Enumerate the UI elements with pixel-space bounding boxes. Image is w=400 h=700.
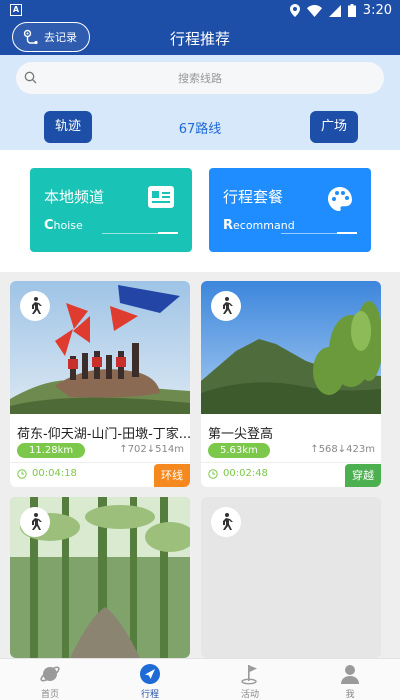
clock-icon — [17, 468, 27, 479]
app-header: 去记录 行程推荐 — [0, 22, 400, 55]
local-channel-divider — [102, 232, 178, 234]
planet-icon — [40, 666, 60, 682]
distance-badge: 5.63km — [208, 443, 270, 458]
hiking-icon — [211, 507, 241, 537]
duration: 00:04:18 — [17, 468, 77, 479]
tab-trips[interactable]: 行程 — [120, 663, 180, 700]
tab-activities[interactable]: 活动 — [220, 663, 280, 700]
local-channel-subtitle: Choise — [44, 218, 83, 233]
user-icon — [341, 665, 359, 684]
trip-package-subtitle: Recommand — [223, 218, 295, 233]
route-card[interactable]: 荷东-仰天湖-山门-田墩-丁家... 11.28km ↑702↓514m 00:… — [10, 281, 190, 487]
elevation-text: ↑702↓514m — [119, 444, 184, 455]
flag-icon — [241, 665, 257, 685]
duration: 00:02:48 — [208, 468, 268, 479]
wifi-icon — [306, 4, 322, 17]
route-card[interactable] — [201, 497, 381, 658]
hiking-icon — [211, 291, 241, 321]
trip-package-title: 行程套餐 — [223, 188, 284, 206]
notification-icon: A — [10, 4, 22, 16]
card-divider — [10, 462, 190, 463]
palette-icon — [328, 187, 352, 211]
hiking-icon — [20, 291, 50, 321]
battery-icon — [347, 4, 356, 17]
search-section: 搜索线路 轨迹 67路线 广场 — [0, 55, 400, 150]
search-placeholder: 搜索线路 — [178, 72, 222, 85]
status-bar: A 3:20 — [0, 0, 400, 22]
card-divider — [201, 462, 381, 463]
local-channel-card[interactable]: 本地频道 Choise — [30, 168, 192, 252]
elevation-text: ↑568↓423m — [310, 444, 375, 455]
category-section: 本地频道 Choise 行程套餐 Recommand — [0, 150, 400, 272]
tab-label: 我 — [345, 690, 355, 700]
tab-home[interactable]: 首页 — [20, 663, 80, 700]
tab-label: 活动 — [240, 690, 259, 700]
route-name: 第一尖登高 — [208, 427, 274, 442]
route-card[interactable] — [10, 497, 190, 658]
clock-icon — [208, 468, 218, 479]
page-title: 行程推荐 — [169, 30, 230, 48]
id-card-icon — [148, 186, 174, 208]
route-type-badge: 穿越 — [345, 464, 381, 487]
signal-icon — [328, 4, 341, 17]
tab-label: 行程 — [140, 690, 159, 700]
local-channel-title: 本地频道 — [44, 188, 105, 206]
trip-package-card[interactable]: 行程套餐 Recommand — [209, 168, 371, 252]
search-input[interactable]: 搜索线路 — [16, 62, 384, 94]
route-name: 荷东-仰天湖-山门-田墩-丁家... — [17, 427, 190, 442]
navigation-icon — [140, 664, 160, 684]
duration-text: 00:02:48 — [223, 468, 268, 479]
bottom-tab-bar: 首页 行程 活动 我 — [0, 658, 400, 700]
square-button[interactable]: 广场 — [310, 111, 358, 143]
route-card[interactable]: 第一尖登高 5.63km ↑568↓423m 00:02:48 穿越 — [201, 281, 381, 487]
location-icon — [289, 4, 300, 17]
distance-badge: 11.28km — [17, 443, 86, 458]
route-type-badge: 环线 — [154, 464, 190, 487]
hiking-icon — [20, 507, 50, 537]
trip-package-divider — [281, 232, 357, 234]
tab-label: 首页 — [40, 690, 59, 700]
clock-text: 3:20 — [362, 3, 392, 18]
duration-text: 00:04:18 — [32, 468, 77, 479]
tab-me[interactable]: 我 — [320, 663, 380, 700]
